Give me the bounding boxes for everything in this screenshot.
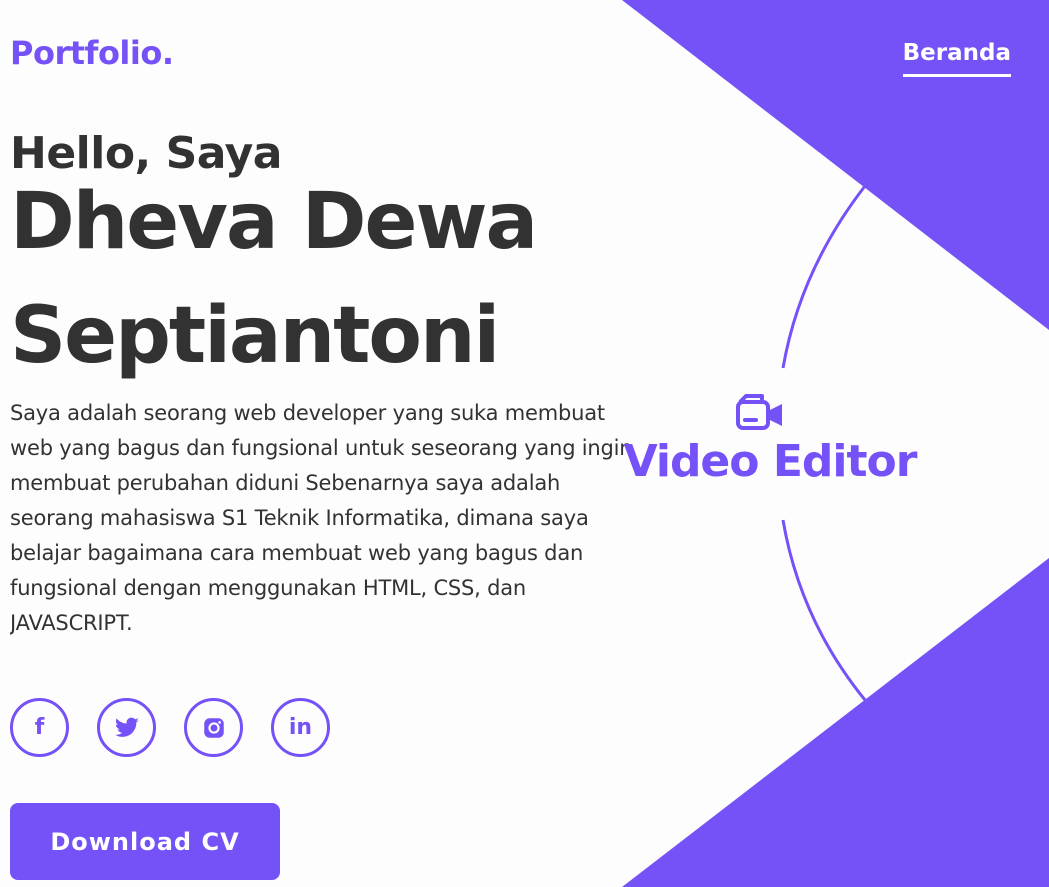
hero-about-text: Saya adalah seorang web developer yang s… xyxy=(10,401,633,635)
hero-name-line-2: Septiantoni xyxy=(10,291,500,381)
hero-greeting: Hello, Saya xyxy=(10,128,283,179)
linkedin-button[interactable]: in xyxy=(271,698,330,757)
role-badge: Video Editor xyxy=(620,392,920,487)
hero-section: Hello, Saya Dheva Dewa Septiantoni Saya … xyxy=(10,128,650,636)
arc-bottom xyxy=(781,519,867,701)
site-logo[interactable]: Portfolio. xyxy=(10,34,174,72)
video-camera-icon xyxy=(736,394,782,430)
twitter-button[interactable] xyxy=(97,698,156,757)
arc-top xyxy=(781,185,867,369)
linkedin-icon: in xyxy=(288,715,313,740)
nav-link-beranda[interactable]: Beranda xyxy=(902,40,1011,77)
role-title: Video Editor xyxy=(623,436,918,487)
instagram-button[interactable] xyxy=(184,698,243,757)
facebook-icon: f xyxy=(34,715,45,740)
instagram-icon xyxy=(203,717,224,738)
social-links: f in xyxy=(10,698,330,757)
facebook-button[interactable]: f xyxy=(10,698,69,757)
bottom-right-triangle xyxy=(622,558,1049,887)
hero-name-line-1: Dheva Dewa xyxy=(10,177,538,267)
download-cv-button[interactable]: Download CV xyxy=(10,803,280,880)
twitter-icon xyxy=(114,717,139,737)
